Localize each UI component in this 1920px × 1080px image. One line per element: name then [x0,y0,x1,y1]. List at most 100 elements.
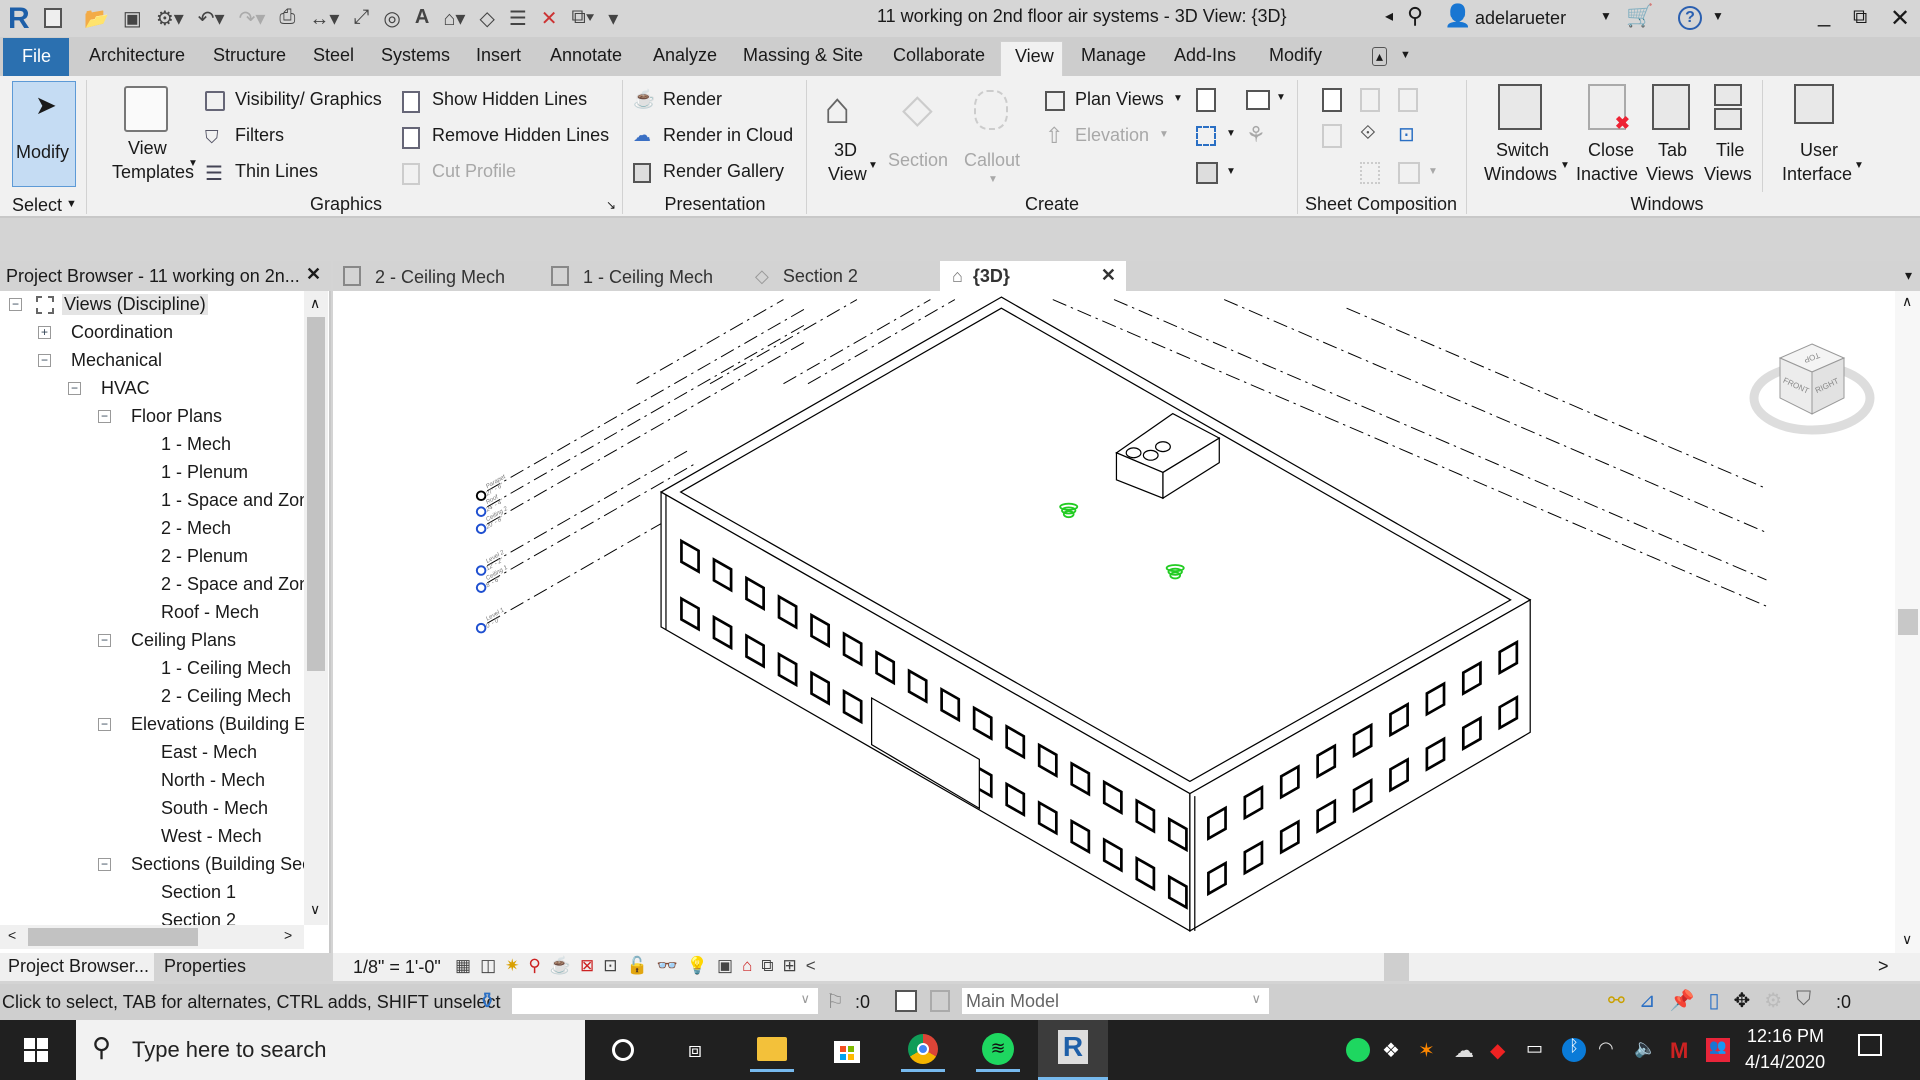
scrollbar-thumb[interactable] [1898,609,1918,635]
place-view-icon[interactable] [1398,88,1418,112]
expand-icon[interactable]: + [38,326,51,339]
select-underlay-icon[interactable]: ⊿ [1639,988,1656,1013]
modify-button[interactable]: ➤ Modify [12,81,76,187]
dropbox-icon[interactable]: ❖ [1382,1038,1406,1062]
tree-item[interactable]: Section 1 [0,879,304,907]
filter-icon[interactable]: ⛉ [1796,988,1811,1013]
crop-view-icon[interactable]: ⊠ [580,956,594,976]
select-dropdown-icon[interactable]: ▼ [66,198,77,210]
volume-icon[interactable]: 🔈 [1634,1038,1658,1062]
cart-icon[interactable]: 🛒 [1626,3,1653,29]
scrollbar-thumb[interactable] [307,317,325,671]
viewcube-graphic[interactable]: TOP FRONT RIGHT [1748,336,1878,446]
detail-level-icon[interactable]: ▦ [455,956,471,976]
scroll-right-icon[interactable]: > [1878,956,1889,977]
clock-date[interactable]: 4/14/2020 [1745,1052,1825,1073]
undo-icon[interactable]: ↶▾ [198,6,225,31]
switch-windows-icon[interactable]: ⧉▾ [572,6,595,31]
3d-view-button[interactable]: ⌂ 3D View ▼ [818,84,878,194]
close-hidden-windows-icon[interactable]: ✕ [541,6,558,31]
3d-viewport[interactable]: Parapet 27' - 6" Roof 24' - 4" Ceiling 2 20' … [333,291,1920,953]
tab-architecture[interactable]: Architecture [89,45,185,66]
3d-view-icon[interactable]: ⌂▾ [443,6,465,31]
battery-icon[interactable]: ▭ [1526,1038,1550,1062]
customize-icon[interactable]: ▾ [608,6,618,31]
guide-grid-icon[interactable]: ⟐ [1360,122,1376,145]
doc-tab-1-ceiling-mech[interactable]: 1 - Ceiling Mech [551,261,713,291]
tab-add-ins[interactable]: Add-Ins [1174,45,1236,66]
tile-views-button[interactable]: Tile Views [1702,84,1756,194]
revit-logo[interactable]: R [8,2,30,36]
sun-path-icon[interactable]: ✷ [505,956,519,976]
active-only-icon[interactable] [930,990,950,1012]
tree-item[interactable]: 1 - Mech [0,431,304,459]
tree-item[interactable]: Section 2 [0,907,304,925]
close-browser-icon[interactable]: ✕ [306,264,321,285]
highlight-displacement-icon[interactable]: ⧉ [761,956,773,976]
view-reference-dropdown-icon[interactable]: ▼ [1428,166,1438,177]
workset-dropdown[interactable]: ∨ [512,988,818,1014]
autodesk-icon[interactable]: ✶ [1418,1038,1442,1062]
notifications-icon[interactable] [1858,1034,1882,1056]
tab-list-dropdown-icon[interactable]: ▾ [1905,267,1912,284]
close-button[interactable]: ✕ [1890,4,1910,33]
tree-item[interactable]: South - Mech [0,795,304,823]
tab-collaborate[interactable]: Collaborate [893,45,985,66]
legends-icon[interactable] [1196,162,1218,184]
temporary-view-properties-icon[interactable]: ▣ [717,956,733,976]
aligned-dimension-icon[interactable]: ⤢ [353,6,369,31]
collapse-icon[interactable]: − [9,298,22,311]
duplicate-view-icon[interactable] [1196,88,1216,112]
background-processes-icon[interactable]: ⚙ [1764,988,1782,1013]
user-name[interactable]: adelarueter [1475,8,1566,29]
tree-item[interactable]: North - Mech [0,767,304,795]
tab-structure[interactable]: Structure [213,45,286,66]
tree-item[interactable]: 2 - Mech [0,515,304,543]
tree-item[interactable]: Roof - Mech [0,599,304,627]
tab-steel[interactable]: Steel [313,45,354,66]
mcafee-icon[interactable]: M [1670,1038,1694,1063]
viewcube[interactable]: TOP FRONT RIGHT [1748,336,1878,446]
tree-item[interactable]: 2 - Ceiling Mech [0,683,304,711]
cortana-button[interactable] [601,1028,645,1072]
schedules-dropdown-icon[interactable]: ▼ [1276,92,1286,103]
help-dropdown-icon[interactable]: ▼ [1712,9,1724,23]
sync-icon[interactable]: ⚙▾ [156,6,184,31]
open-icon[interactable]: 📂 [84,6,109,31]
tree-item[interactable]: − Floor Plans [0,403,304,431]
tab-annotate[interactable]: Annotate [550,45,622,66]
view-reference-icon[interactable] [1398,162,1420,184]
task-view-button[interactable]: ⧈ [673,1028,717,1072]
reveal-constraints-icon[interactable]: ⊞ [783,956,797,976]
wifi-icon[interactable]: ◠ [1598,1038,1622,1062]
unlocked-3d-view-icon[interactable]: 🔓 [627,956,648,976]
tree-item[interactable]: 1 - Ceiling Mech [0,655,304,683]
save-icon[interactable]: ▣ [123,6,142,31]
browser-vertical-scrollbar[interactable]: ∧ ∨ [304,291,328,925]
tab-properties[interactable]: Properties [164,956,246,977]
scroll-up-icon[interactable]: ∧ [310,295,320,312]
editing-requests-icon[interactable]: ⚐ [826,989,844,1014]
matchline-icon[interactable]: ⚘ [1246,122,1266,148]
collapse-icon[interactable]: − [98,718,111,731]
scroll-up-icon[interactable]: ∧ [1902,293,1912,310]
browser-horizontal-scrollbar[interactable]: < > [0,925,304,949]
tree-item[interactable]: 2 - Plenum [0,543,304,571]
doc-tab-2-ceiling-mech[interactable]: 2 - Ceiling Mech [343,261,505,291]
reveal-hidden-icon[interactable]: 💡 [687,956,708,976]
show-crop-region-icon[interactable]: ⊡ [603,956,617,976]
clock-time[interactable]: 12:16 PM [1747,1026,1824,1047]
tree-item[interactable]: + Coordination [0,319,304,347]
collapse-icon[interactable]: − [68,382,81,395]
taskbar-search-box[interactable]: ⚲ Type here to search [76,1020,585,1080]
scrollbar-thumb[interactable] [28,928,198,946]
help-icon[interactable]: ? [1678,6,1702,30]
tree-item[interactable]: 1 - Space and Zon [0,487,304,515]
view-templates-button[interactable]: View Templates ▼ [112,82,198,192]
show-analytical-model-icon[interactable]: ⌂ [742,956,752,976]
scroll-left-icon[interactable]: ◂ [1385,6,1393,26]
collapse-icon[interactable]: − [98,858,111,871]
select-links-icon[interactable]: ⚯ [1608,988,1625,1013]
design-option-dropdown[interactable]: Main Model ∨ [962,988,1269,1014]
spotify-button[interactable]: ≋ [976,1028,1020,1072]
